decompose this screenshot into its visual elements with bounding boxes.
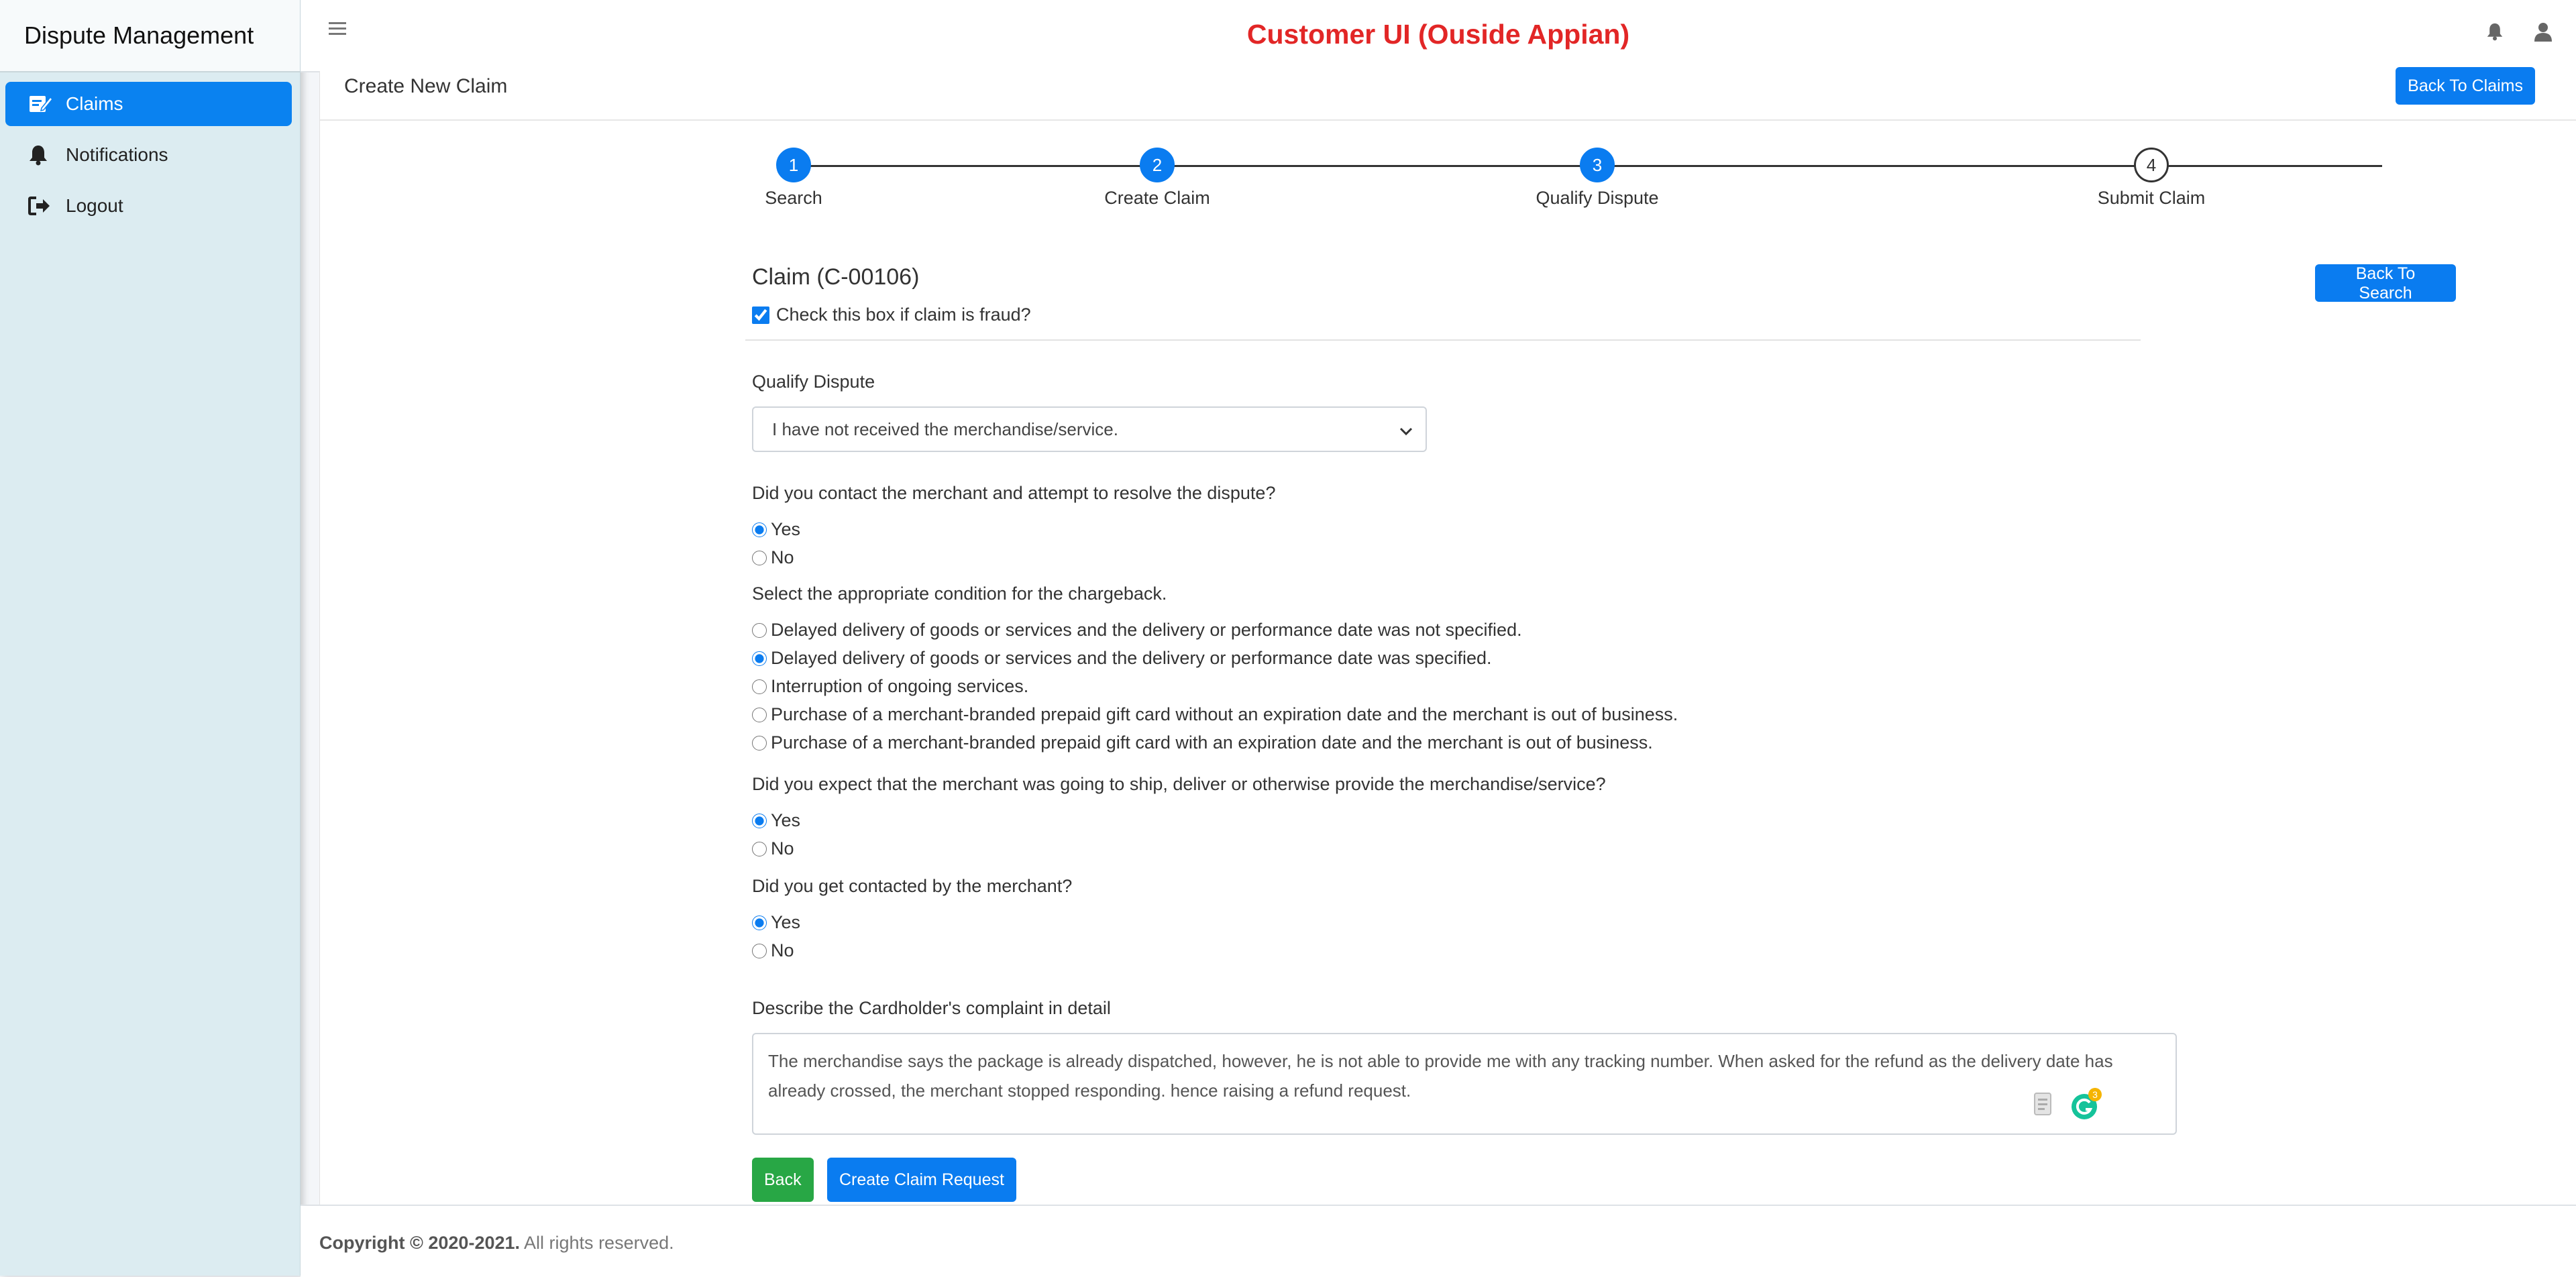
user-icon[interactable] [2533,21,2553,46]
top-navbar: Customer UI (Ouside Appian) [301,0,2576,72]
radio-button[interactable] [752,813,767,828]
radio-label: Yes [771,810,801,830]
back-button[interactable]: Back [752,1158,814,1202]
radio-button[interactable] [752,707,767,722]
bell-icon [28,144,56,166]
claim-heading: Claim (C-00106) [752,264,920,290]
q4-label: Did you get contacted by the merchant? [752,876,1073,896]
q2-label: Select the appropriate condition for the… [752,584,1167,604]
radio-button[interactable] [752,943,767,958]
q2-option-4[interactable]: Purchase of a merchant-branded prepaid g… [752,704,1678,725]
sidebar-item-label: Logout [66,195,123,216]
edit-icon [28,93,56,115]
sidebar-item-claims[interactable]: Claims [5,82,292,126]
complaint-textarea[interactable]: The merchandise says the package is alre… [752,1033,2177,1135]
radio-label: No [771,940,794,960]
radio-label: Purchase of a merchant-branded prepaid g… [771,732,1653,753]
qualify-dispute-value: I have not received the merchandise/serv… [772,419,1118,439]
sidebar-item-label: Notifications [66,144,168,165]
footer-text: Copyright © 2020-2021. All rights reserv… [319,1233,674,1254]
q2-option-1[interactable]: Delayed delivery of goods or services an… [752,620,1522,641]
page-title: Create New Claim [344,75,508,97]
q3-label: Did you expect that the merchant was goi… [752,774,1606,794]
step-number: 3 [1580,148,1615,182]
q1-option-yes[interactable]: Yes [752,519,800,540]
fraud-checkbox[interactable] [752,306,769,324]
back-to-search-button[interactable]: Back To Search [2315,264,2456,302]
fraud-checkbox-label: Check this box if claim is fraud? [776,304,1031,325]
sidebar-nav: Claims Notifications Logout [0,72,300,228]
radio-button[interactable] [752,550,767,565]
copyright-text: Copyright © 2020-2021. [319,1233,521,1253]
qualify-dispute-label: Qualify Dispute [752,372,875,392]
create-claim-request-button[interactable]: Create Claim Request [827,1158,1016,1202]
brand-title: Dispute Management [0,0,300,72]
radio-label: Yes [771,519,801,539]
q2-option-3[interactable]: Interruption of ongoing services. [752,676,1028,697]
sidebar-item-logout[interactable]: Logout [5,184,292,228]
radio-button[interactable] [752,522,767,537]
sidebar-item-notifications[interactable]: Notifications [5,133,292,177]
step-number: 1 [776,148,811,182]
radio-button[interactable] [752,841,767,856]
back-to-claims-button[interactable]: Back To Claims [2396,67,2535,105]
complaint-label: Describe the Cardholder's complaint in d… [752,998,1111,1018]
step-qualify-dispute: 3 Qualify Dispute [1530,148,1664,209]
q2-option-2[interactable]: Delayed delivery of goods or services an… [752,648,1492,669]
fraud-checkbox-row: Check this box if claim is fraud? [752,304,1031,325]
step-search: 1 Search [727,148,861,209]
radio-label: Purchase of a merchant-branded prepaid g… [771,704,1678,724]
q1-option-no[interactable]: No [752,547,794,568]
step-label: Submit Claim [2097,188,2206,208]
main-content: Create New Claim Back To Claims 1 Search… [319,67,2576,1205]
top-icons [2486,21,2553,46]
q3-option-yes[interactable]: Yes [752,810,800,831]
card-header: Create New Claim Back To Claims [320,67,2576,121]
grammarly-icon[interactable]: 3 [2070,1088,2102,1125]
q2-option-5[interactable]: Purchase of a merchant-branded prepaid g… [752,732,1653,753]
bell-icon[interactable] [2486,21,2504,46]
textarea-tools: 3 [2031,1088,2102,1125]
radio-label: Interruption of ongoing services. [771,676,1029,696]
divider [745,339,2141,341]
radio-button[interactable] [752,915,767,930]
step-number: 2 [1140,148,1175,182]
step-label: Create Claim [1104,188,1210,208]
q1-label: Did you contact the merchant and attempt… [752,483,1276,503]
logout-icon [28,196,56,216]
step-label: Search [765,188,822,208]
q3-option-no[interactable]: No [752,838,794,859]
radio-label: Delayed delivery of goods or services an… [771,648,1492,668]
grammarly-badge: 3 [2088,1088,2102,1101]
radio-button[interactable] [752,651,767,666]
qualify-dispute-select[interactable]: I have not received the merchandise/serv… [752,406,1427,452]
document-icon[interactable] [2031,1091,2055,1125]
radio-label: Yes [771,912,801,932]
footer: Copyright © 2020-2021. All rights reserv… [301,1205,2576,1277]
step-create-claim: 2 Create Claim [1090,148,1224,209]
rights-text: All rights reserved. [524,1233,674,1253]
radio-label: No [771,547,794,567]
q4-option-no[interactable]: No [752,940,794,961]
radio-label: Delayed delivery of goods or services an… [771,620,1522,640]
radio-label: No [771,838,794,858]
q4-option-yes[interactable]: Yes [752,912,800,933]
sidebar: Dispute Management Claims Notifications … [0,0,301,1276]
app-title: Customer UI (Ouside Appian) [1246,19,1630,50]
step-number: 4 [2134,148,2169,182]
radio-button[interactable] [752,679,767,694]
radio-button[interactable] [752,735,767,751]
step-label: Qualify Dispute [1536,188,1659,208]
chevron-down-icon [1399,423,1413,443]
sidebar-item-label: Claims [66,93,123,114]
step-submit-claim: 4 Submit Claim [2084,148,2218,209]
radio-button[interactable] [752,622,767,638]
